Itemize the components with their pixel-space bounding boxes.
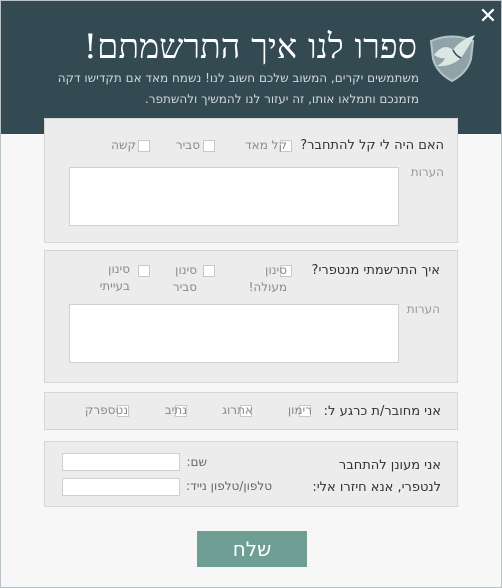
phone-input[interactable] — [62, 478, 180, 496]
close-icon[interactable]: ✕ — [475, 4, 501, 30]
provider-section: אני מחובר/ת כרגע ל: רימון אתרוג נתיב נטס… — [44, 392, 458, 430]
contact-request-text: אני מעונן להתחבר לנטפרי, אנא חיזרו אלי: — [312, 458, 441, 495]
phone-label: טלפון/טלפון נייד: — [186, 479, 272, 493]
name-label: שם: — [186, 455, 207, 469]
ease-notes-label: הערות — [410, 165, 444, 179]
subtitle-line-2: מזמנכם ותמלאו אותו, זה יעזור לנו להמשיך … — [144, 92, 419, 106]
impression-reasonable-checkbox[interactable] — [203, 265, 215, 277]
dialog-header: ✕ ספרו לנו איך התרשמתם! משתמשים יקרים, ה… — [1, 1, 501, 134]
ease-question: האם היה לי קל להתחבר? — [300, 138, 444, 153]
ease-easy-label: קל מאד — [245, 138, 287, 152]
impression-question: איך התרשמתי מנטפרי? — [311, 263, 440, 278]
impression-notes-label: הערות — [406, 302, 440, 316]
ease-of-connection-section: האם היה לי קל להתחבר? קל מאד סביר קשה הע… — [44, 118, 458, 243]
ease-hard-label: קשה — [111, 138, 136, 152]
impression-notes-textarea[interactable] — [69, 304, 399, 363]
contact-section: אני מעונן להתחבר לנטפרי, אנא חיזרו אלי: … — [44, 441, 458, 507]
provider-nativ-label: נתיב — [164, 403, 187, 417]
impression-problematic-checkbox[interactable] — [138, 265, 150, 277]
provider-question: אני מחובר/ת כרגע ל: — [323, 404, 441, 419]
ease-hard-checkbox[interactable] — [138, 140, 150, 152]
provider-netspark-label: נטספרק — [84, 403, 128, 417]
name-input[interactable] — [62, 453, 180, 471]
feedback-dialog: ✕ ספרו לנו איך התרשמתם! משתמשים יקרים, ה… — [0, 0, 502, 588]
ease-reasonable-label: סביר — [175, 138, 200, 152]
impression-section: איך התרשמתי מנטפרי? סינון מעולה! סינון ס… — [44, 250, 458, 383]
impression-excellent-label: סינון מעולה! — [248, 263, 287, 294]
shield-bird-logo-icon — [429, 35, 475, 83]
subtitle-line-1: משתמשים יקרים, המשוב שלכם חשוב לנו! נשמח… — [57, 71, 419, 85]
impression-problematic-label: סינון בעייתי — [99, 262, 130, 293]
ease-notes-textarea[interactable] — [69, 167, 399, 226]
ease-reasonable-checkbox[interactable] — [203, 140, 215, 152]
page-title: ספרו לנו איך התרשמתם! — [83, 27, 418, 67]
provider-etrog-label: אתרוג — [222, 403, 253, 417]
submit-button[interactable]: שלח — [197, 531, 307, 567]
provider-rimon-label: רימון — [287, 403, 312, 417]
impression-reasonable-label: סינון סביר — [172, 263, 197, 294]
